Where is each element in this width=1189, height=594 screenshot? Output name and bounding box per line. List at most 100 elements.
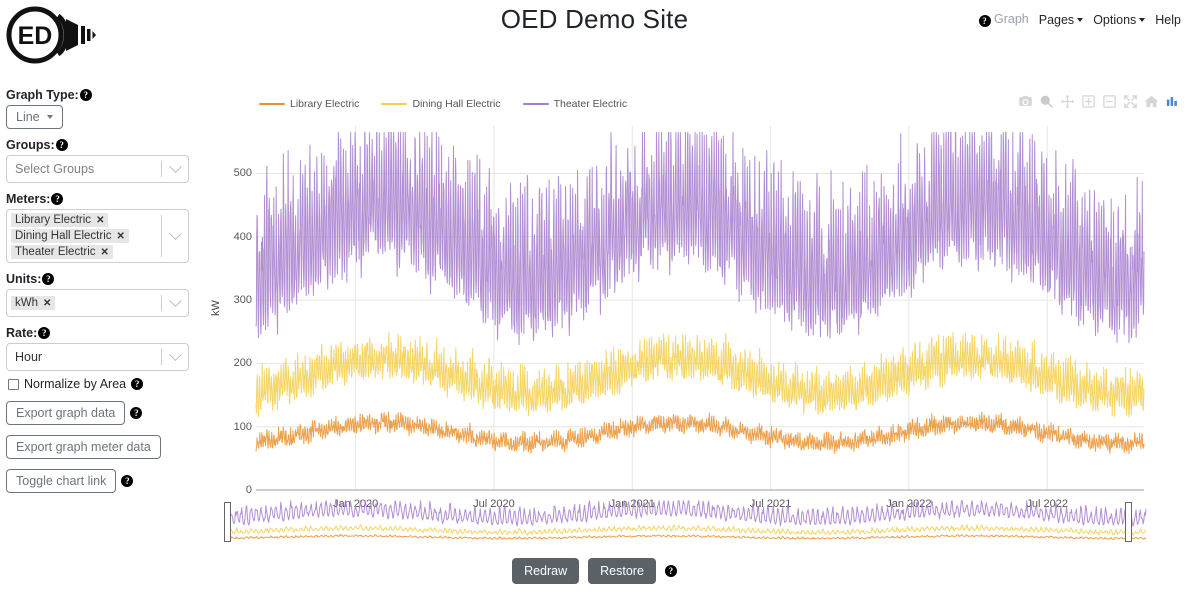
meter-chip-label: Theater Electric <box>15 246 96 258</box>
controls-sidebar: Graph Type: ? Line Groups: ? Select Grou… <box>6 88 206 503</box>
graph-type-value: Line <box>16 110 40 124</box>
help-circle-icon[interactable]: ? <box>38 327 51 339</box>
meter-chip[interactable]: Library Electric ✕ <box>11 213 109 227</box>
chevron-down-icon <box>1077 17 1084 22</box>
legend-swatch <box>522 103 549 105</box>
meters-dropdown-arrow[interactable] <box>162 210 188 262</box>
unit-chip[interactable]: kWh ✕ <box>11 296 56 310</box>
groups-dropdown-arrow[interactable] <box>162 156 188 182</box>
legend-swatch <box>259 103 285 105</box>
chevron-down-icon <box>168 159 182 173</box>
toggle-chart-link-button[interactable]: Toggle chart link <box>6 469 117 493</box>
meters-select[interactable]: Library Electric ✕ Dining Hall Electric … <box>6 209 189 263</box>
units-select[interactable]: kWh ✕ <box>6 289 189 317</box>
chevron-down-icon <box>168 293 182 307</box>
export-graph-meter-data-button[interactable]: Export graph meter data <box>6 435 161 459</box>
rate-value: Hour <box>15 350 43 364</box>
help-circle-icon[interactable]: ? <box>51 193 64 205</box>
redraw-button[interactable]: Redraw <box>512 558 580 584</box>
restore-button[interactable]: Restore <box>588 558 656 584</box>
nav-item-options[interactable]: Options <box>1093 12 1146 27</box>
legend-item-library-electric[interactable]: Library Electric <box>259 98 359 110</box>
help-circle-icon[interactable]: ? <box>131 378 144 390</box>
help-circle-icon[interactable]: ? <box>42 273 55 285</box>
nav-item-help[interactable]: Help <box>1155 13 1181 27</box>
nav-item-options-label: Options <box>1093 12 1137 27</box>
home-reset-icon[interactable] <box>1144 94 1159 109</box>
rate-label: Rate: ? <box>6 326 206 340</box>
chart-range-slider[interactable] <box>214 496 1182 548</box>
zoom-out-icon[interactable] <box>1102 94 1117 109</box>
remove-icon[interactable]: ✕ <box>43 298 51 309</box>
help-circle-icon[interactable]: ? <box>130 407 143 419</box>
groups-select[interactable]: Select Groups <box>6 155 189 183</box>
range-slider-left-handle[interactable] <box>223 502 231 542</box>
y-axis-tick: 0 <box>245 484 252 496</box>
page-header: ED OED Demo Site ? Graph Pages Options H… <box>0 0 1189 78</box>
units-field: Units: ? kWh ✕ <box>6 272 206 317</box>
meter-chip-label: Dining Hall Electric <box>15 230 112 242</box>
y-axis-tick: 500 <box>233 167 252 180</box>
graph-type-label: Graph Type: ? <box>6 88 206 102</box>
help-circle-icon[interactable]: ? <box>664 565 677 577</box>
remove-icon[interactable]: ✕ <box>96 215 104 226</box>
rate-select[interactable]: Hour <box>6 343 189 371</box>
zoom-in-icon[interactable] <box>1081 94 1096 109</box>
nav-item-graph[interactable]: ? Graph <box>978 12 1029 27</box>
normalize-by-area-checkbox[interactable] <box>8 378 19 390</box>
y-axis-tick: 100 <box>233 420 252 433</box>
remove-icon[interactable]: ✕ <box>101 247 109 258</box>
meter-chip[interactable]: Dining Hall Electric ✕ <box>11 229 129 243</box>
legend-label: Library Electric <box>290 98 360 110</box>
legend-swatch <box>381 103 408 105</box>
help-circle-icon: ? <box>978 15 991 27</box>
rate-dropdown-arrow[interactable] <box>162 344 188 370</box>
oed-graph-page: ED OED Demo Site ? Graph Pages Options H… <box>0 0 1189 594</box>
rate-field: Rate: ? Hour <box>6 326 206 371</box>
chart-legend: Library Electric Dining Hall Electric Th… <box>259 98 627 110</box>
groups-field: Groups: ? Select Groups <box>6 138 206 183</box>
unit-chip-label: kWh <box>15 297 38 309</box>
nav-item-pages-label: Pages <box>1038 12 1075 27</box>
meters-field: Meters: ? Library Electric ✕ Dining Hall… <box>6 192 206 263</box>
export-graph-data-row: Export graph data ? <box>6 401 206 425</box>
chevron-down-icon <box>1139 17 1146 22</box>
main-navigation: ? Graph Pages Options Help <box>978 12 1181 27</box>
autoscale-icon[interactable] <box>1123 94 1138 109</box>
legend-item-theater-electric[interactable]: Theater Electric <box>522 98 627 110</box>
range-slider-right-handle[interactable] <box>1124 502 1132 542</box>
chevron-down-icon <box>168 347 182 361</box>
chart-actions-footer: Redraw Restore ? <box>0 558 1189 584</box>
zoom-magnifier-icon[interactable] <box>1039 94 1054 109</box>
groups-placeholder: Select Groups <box>15 162 95 176</box>
nav-item-graph-label: Graph <box>993 12 1029 26</box>
camera-icon[interactable] <box>1018 94 1033 109</box>
legend-item-dining-hall-electric[interactable]: Dining Hall Electric <box>381 98 501 110</box>
units-dropdown-arrow[interactable] <box>162 290 188 316</box>
pan-arrows-icon[interactable] <box>1060 94 1075 109</box>
plotly-modebar <box>1018 94 1180 109</box>
y-axis-tick: 300 <box>233 294 252 307</box>
line-chart-plot-area[interactable]: kW 0 100 200 300 400 500 Jan 2020 Jul 2020 Jan … <box>210 120 1182 520</box>
normalize-by-area-row[interactable]: Normalize by Area ? <box>8 377 206 391</box>
help-circle-icon[interactable]: ? <box>55 139 68 151</box>
normalize-by-area-label: Normalize by Area <box>24 377 127 391</box>
groups-label: Groups: ? <box>6 138 206 152</box>
meter-chip[interactable]: Theater Electric ✕ <box>11 245 113 259</box>
graph-type-dropdown[interactable]: Line <box>6 105 63 129</box>
remove-icon[interactable]: ✕ <box>117 231 125 242</box>
graph-type-field: Graph Type: ? Line <box>6 88 206 129</box>
meter-chip-label: Library Electric <box>15 214 92 226</box>
export-graph-data-button[interactable]: Export graph data <box>6 401 126 425</box>
legend-label: Dining Hall Electric <box>412 98 501 110</box>
chevron-down-icon <box>168 226 182 240</box>
chart-svg <box>255 126 1145 491</box>
y-axis-tick: 400 <box>233 230 252 243</box>
help-circle-icon[interactable]: ? <box>121 475 134 487</box>
range-slider-svg <box>223 500 1147 541</box>
nav-item-pages[interactable]: Pages <box>1038 12 1084 27</box>
export-graph-meter-data-row: Export graph meter data <box>6 435 206 459</box>
plotly-logo-icon[interactable] <box>1165 94 1180 109</box>
units-label: Units: ? <box>6 272 206 286</box>
help-circle-icon[interactable]: ? <box>79 89 92 101</box>
